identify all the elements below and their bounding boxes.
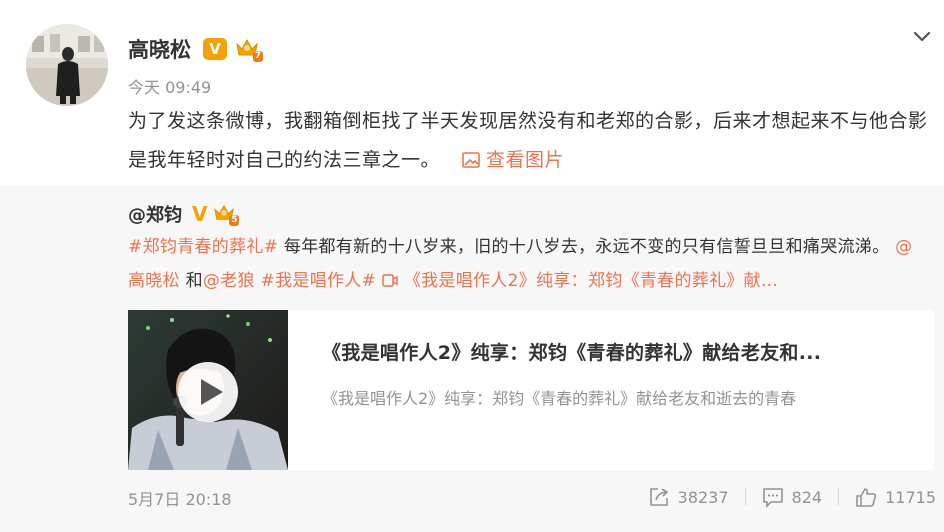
video-card-title[interactable]: 《我是唱作人2》纯享：郑钧《青春的葬礼》献给老友和... [322,338,821,365]
topic-link[interactable]: #我是唱作人# [261,271,377,291]
retweet-footer: 5月7日 20:18 38237 824 11715 [128,486,936,510]
comment-count: 824 [791,487,823,507]
post-time[interactable]: 今天 09:49 [128,74,211,98]
like-icon [856,488,877,507]
video-icon [382,274,398,287]
divider [838,488,840,506]
video-card-desc: 《我是唱作人2》纯享：郑钧《青春的葬礼》献给老友和逝去的青春 [322,389,797,408]
author-name[interactable]: 高晓松 [128,34,191,64]
mention-link[interactable]: @老狼 [203,271,255,291]
avatar[interactable] [26,24,108,106]
like-button[interactable]: 11715 [855,486,936,508]
repost-button[interactable]: 38237 [648,486,729,508]
retweet-author[interactable]: @郑钧 [128,201,182,227]
view-pictures-label: 查看图片 [486,149,565,171]
view-pictures-link[interactable]: 查看图片 [462,149,564,171]
weibo-post: 高晓松 V 7 今天 09:49 为了发这条微博，我翻箱倒柜找了半天发现居然没有… [0,0,944,532]
connector-text: 和 [179,271,203,291]
author-row: 高晓松 V 7 [128,34,263,64]
retweet-body: 每年都有新的十八岁来，旧的十八岁去，永远不变的只有信誓旦旦和痛哭流涕。 [278,237,890,257]
chevron-down-icon[interactable] [910,24,934,48]
verified-badge: V [192,202,208,226]
video-thumbnail[interactable] [128,310,288,470]
topic-link[interactable]: #郑钧青春的葬礼# [128,237,278,257]
play-icon[interactable] [178,362,238,422]
comment-icon [762,488,783,508]
video-card-info: 《我是唱作人2》纯享：郑钧《青春的葬礼》献给老友和... 《我是唱作人2》纯享：… [288,310,821,470]
repost-icon [649,488,668,506]
crown-icon: 7 [235,36,263,62]
retweet-time[interactable]: 5月7日 20:18 [128,486,232,510]
crown-icon: 5 [213,202,240,226]
comment-button[interactable]: 824 [762,486,823,508]
video-card[interactable]: 《我是唱作人2》纯享：郑钧《青春的葬礼》献给老友和... 《我是唱作人2》纯享：… [128,310,934,470]
retweet-text: #郑钧青春的葬礼# 每年都有新的十八岁来，旧的十八岁去，永远不变的只有信誓旦旦和… [128,230,928,298]
video-link-label: 《我是唱作人2》纯享：郑钧《青春的葬礼》献... [403,271,779,291]
action-bar: 38237 824 11715 [648,484,936,510]
verified-badge: V [203,38,227,60]
video-link[interactable]: 《我是唱作人2》纯享：郑钧《青春的葬礼》献... [382,271,778,291]
repost-count: 38237 [677,487,729,507]
like-count: 11715 [885,487,936,507]
retweet-box: @郑钧 V 5 #郑钧青春的葬礼# 每年都有新的十八岁来，旧的十八岁去，永远不变… [0,186,944,532]
post-text: 为了发这条微博，我翻箱倒柜找了半天发现居然没有和老郑的合影，后来才想起来不与他合… [128,102,928,180]
divider [744,488,746,506]
picture-icon [462,152,480,168]
retweet-author-row: @郑钧 V 5 [128,200,240,228]
